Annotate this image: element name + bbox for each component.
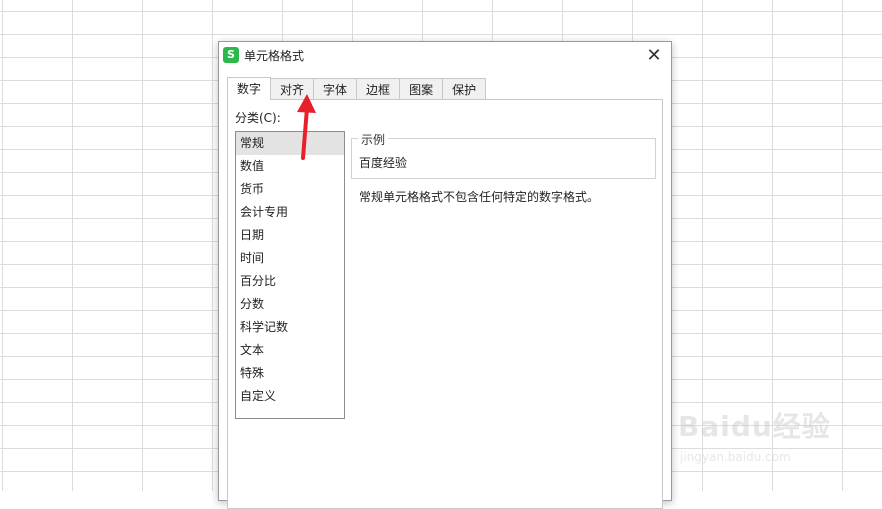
dialog-title: 单元格格式 xyxy=(244,49,305,63)
sample-value: 百度经验 xyxy=(359,156,408,170)
format-description: 常规单元格格式不包含任何特定的数字格式。 xyxy=(359,190,600,204)
category-item-scientific[interactable]: 科学记数 xyxy=(236,316,344,339)
sample-legend: 示例 xyxy=(358,131,389,148)
category-list[interactable]: 常规 数值 货币 会计专用 日期 时间 百分比 分数 科学记数 文本 特殊 自定… xyxy=(235,131,345,419)
category-item-fraction[interactable]: 分数 xyxy=(236,293,344,316)
wps-app-icon: S xyxy=(223,47,239,63)
sample-groupbox: 示例 百度经验 xyxy=(351,131,656,179)
category-label: 分类(C): xyxy=(235,111,281,125)
watermark-url: jingyan.baidu.com xyxy=(680,450,791,464)
tab-protection[interactable]: 保护 xyxy=(442,78,487,100)
watermark-logo: Baidu经验 xyxy=(678,410,831,443)
tab-border[interactable]: 边框 xyxy=(356,78,401,100)
red-arrow-annotation xyxy=(297,94,316,160)
category-item-time[interactable]: 时间 xyxy=(236,247,344,270)
category-item-special[interactable]: 特殊 xyxy=(236,362,344,385)
category-item-custom[interactable]: 自定义 xyxy=(236,385,344,408)
tab-number[interactable]: 数字 xyxy=(227,77,272,100)
category-item-currency[interactable]: 货币 xyxy=(236,178,344,201)
tab-pattern[interactable]: 图案 xyxy=(399,78,444,100)
category-item-date[interactable]: 日期 xyxy=(236,224,344,247)
baidu-watermark: Baidu经验 jingyan.baidu.com xyxy=(674,395,844,470)
category-item-percentage[interactable]: 百分比 xyxy=(236,270,344,293)
close-button[interactable]: ✕ xyxy=(643,45,665,67)
category-item-accounting[interactable]: 会计专用 xyxy=(236,201,344,224)
dialog-titlebar: S 单元格格式 ✕ xyxy=(219,42,671,70)
category-item-text[interactable]: 文本 xyxy=(236,339,344,362)
tab-bar: 数字 对齐 字体 边框 图案 保护 xyxy=(227,77,487,100)
